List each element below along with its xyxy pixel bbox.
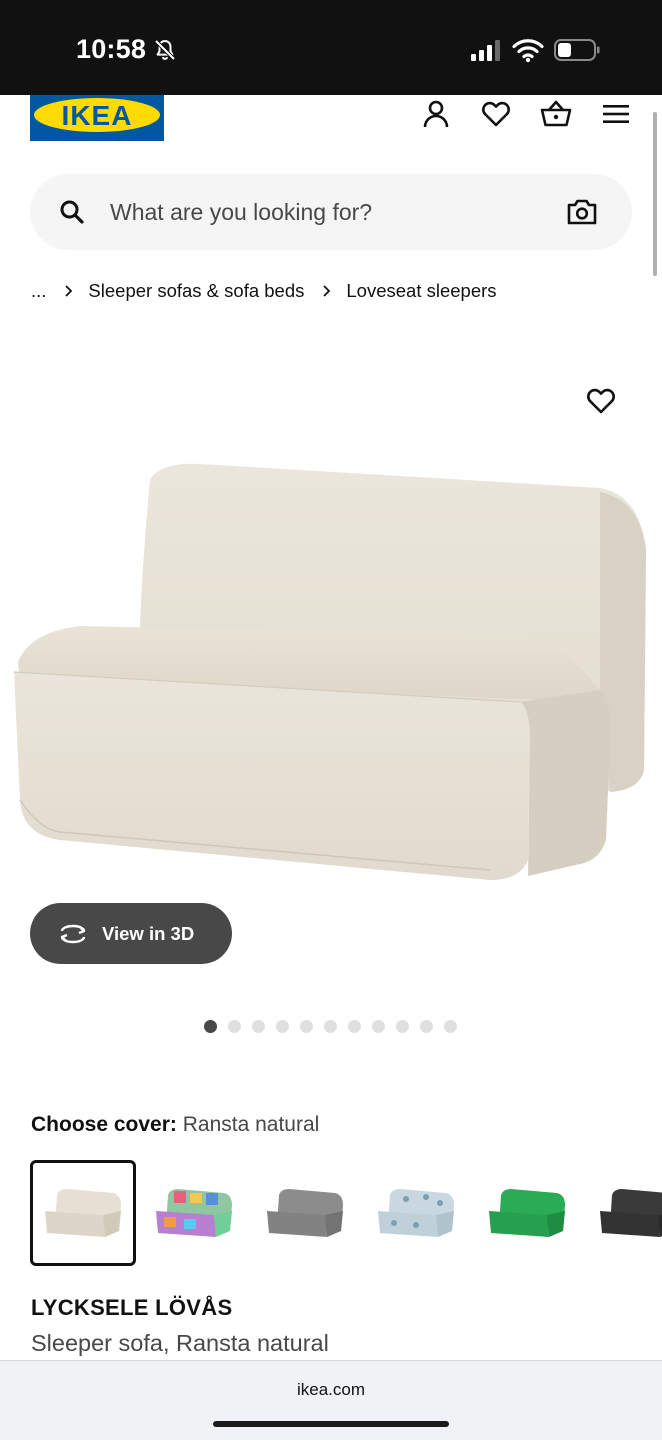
rotate-3d-icon	[60, 924, 86, 943]
choose-cover: Choose cover: Ransta natural	[31, 1113, 319, 1137]
sofa-thumbnail-icon	[489, 1189, 565, 1237]
add-to-favorites-button[interactable]	[584, 384, 618, 418]
search-icon[interactable]	[58, 198, 86, 226]
sofa-thumbnail-icon	[267, 1189, 343, 1237]
ikea-logo-icon: IKEA	[30, 95, 164, 141]
search-bar[interactable]	[30, 174, 632, 250]
sofa-thumbnail-icon	[156, 1189, 232, 1237]
account-icon[interactable]	[420, 98, 452, 130]
breadcrumb-sleeper-sofas[interactable]: Sleeper sofas & sofa beds	[88, 280, 304, 302]
cover-swatch-light-blue-pattern[interactable]	[363, 1160, 469, 1266]
carousel-dot[interactable]	[396, 1020, 409, 1033]
search-input[interactable]	[110, 174, 550, 250]
view-in-3d-button[interactable]: View in 3D	[30, 903, 232, 964]
carousel-dot[interactable]	[324, 1020, 337, 1033]
heart-icon	[587, 388, 615, 414]
product-name[interactable]: LYCKSELE LÖVÅS	[31, 1295, 232, 1321]
carousel-dot[interactable]	[420, 1020, 433, 1033]
choose-cover-value: Ransta natural	[182, 1113, 320, 1136]
camera-icon[interactable]	[566, 198, 598, 226]
status-time: 10:58	[76, 34, 147, 64]
cover-swatch-grey[interactable]	[252, 1160, 358, 1266]
cover-swatches	[30, 1160, 662, 1266]
menu-icon[interactable]	[600, 98, 632, 130]
wifi-icon	[512, 39, 544, 63]
breadcrumb-ellipsis[interactable]: ...	[31, 280, 46, 302]
view-in-3d-label: View in 3D	[102, 922, 195, 944]
breadcrumb-loveseat-sleepers[interactable]: Loveseat sleepers	[346, 280, 496, 302]
carousel-dot[interactable]	[228, 1020, 241, 1033]
browser-address-bar[interactable]: ikea.com	[0, 1360, 662, 1440]
carousel-dot[interactable]	[372, 1020, 385, 1033]
status-bar: 10:58	[0, 0, 662, 95]
battery-icon	[554, 39, 600, 61]
shopping-basket-icon[interactable]	[540, 98, 572, 130]
cover-swatch-multicolor[interactable]	[141, 1160, 247, 1266]
chevron-right-icon	[323, 285, 331, 297]
carousel-dot[interactable]	[444, 1020, 457, 1033]
chevron-right-icon	[65, 285, 73, 297]
product-description: Sleeper sofa, Ransta natural	[31, 1330, 329, 1356]
carousel-dot[interactable]	[348, 1020, 361, 1033]
bell-slash-icon	[154, 39, 176, 61]
product-image[interactable]	[0, 440, 662, 900]
cover-swatch-dark-grey[interactable]	[585, 1160, 662, 1266]
cover-swatch-green[interactable]	[474, 1160, 580, 1266]
sofa-thumbnail-icon	[45, 1189, 121, 1237]
scroll-indicator[interactable]	[653, 112, 657, 276]
wishlist-heart-icon[interactable]	[480, 98, 512, 130]
carousel-dots[interactable]	[204, 1020, 457, 1033]
cover-swatch-ransta-natural[interactable]	[30, 1160, 136, 1266]
breadcrumb: ... Sleeper sofas & sofa beds Loveseat s…	[31, 278, 497, 304]
carousel-dot[interactable]	[204, 1020, 217, 1033]
carousel-dot[interactable]	[252, 1020, 265, 1033]
cellular-signal-icon	[471, 40, 500, 61]
browser-url[interactable]: ikea.com	[0, 1380, 662, 1400]
home-indicator[interactable]	[213, 1421, 449, 1427]
sofa-thumbnail-icon	[600, 1189, 662, 1237]
sofa-thumbnail-icon	[378, 1189, 454, 1237]
ikea-logo[interactable]: IKEA	[30, 95, 164, 141]
choose-cover-label: Choose cover:	[31, 1113, 177, 1136]
carousel-dot[interactable]	[276, 1020, 289, 1033]
svg-text:IKEA: IKEA	[62, 100, 133, 131]
carousel-dot[interactable]	[300, 1020, 313, 1033]
